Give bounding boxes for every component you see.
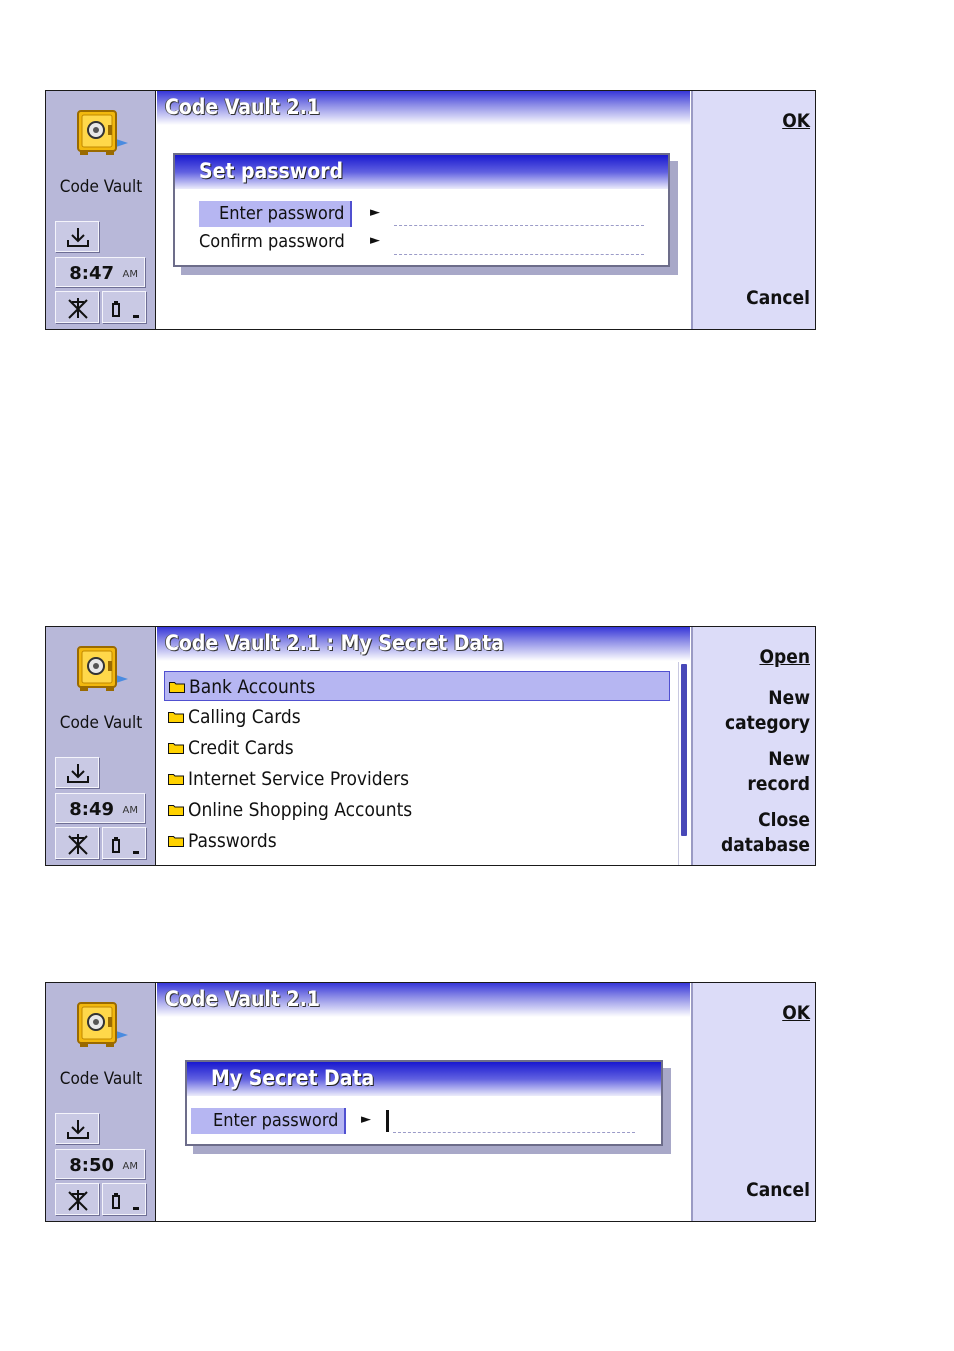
clock-ampm: AM bbox=[122, 805, 138, 816]
enter-password-field[interactable] bbox=[394, 225, 644, 226]
signal-indicator[interactable] bbox=[55, 827, 99, 859]
enter-password-field[interactable] bbox=[393, 1132, 635, 1133]
close-database-button[interactable]: Close database bbox=[721, 808, 810, 858]
clock-ampm: AM bbox=[122, 269, 138, 280]
no-signal-icon bbox=[68, 834, 88, 855]
new-category-button[interactable]: New category bbox=[725, 686, 810, 736]
no-signal-icon bbox=[68, 1190, 88, 1211]
clock: 8:50 AM bbox=[55, 1149, 145, 1179]
safe-icon bbox=[77, 110, 128, 155]
open-button[interactable]: Open bbox=[759, 645, 810, 670]
list-item[interactable]: Bank Accounts bbox=[164, 671, 670, 701]
no-signal-icon bbox=[68, 298, 88, 319]
clock-time: 8:47 bbox=[69, 263, 114, 284]
cancel-button[interactable]: Cancel bbox=[746, 1178, 810, 1203]
clock-time: 8:50 bbox=[69, 1155, 114, 1176]
folder-label: Online Shopping Accounts bbox=[188, 799, 413, 821]
folder-icon bbox=[168, 712, 184, 723]
text-cursor bbox=[386, 1110, 389, 1132]
dialog-title: My Secret Data bbox=[187, 1062, 661, 1096]
new-category-line2: category bbox=[725, 712, 810, 734]
confirm-password-field[interactable] bbox=[394, 254, 644, 255]
folder-icon bbox=[168, 836, 184, 847]
list-item[interactable]: Calling Cards bbox=[164, 702, 670, 732]
clock: 8:49 AM bbox=[55, 793, 145, 823]
list-item[interactable]: Passwords bbox=[164, 826, 670, 856]
folder-label: Internet Service Providers bbox=[188, 768, 410, 790]
command-pane: Open New category New record Close datab… bbox=[691, 627, 815, 865]
ok-button[interactable]: OK bbox=[782, 1001, 810, 1026]
cancel-button[interactable]: Cancel bbox=[746, 286, 810, 311]
scrollbar-thumb[interactable] bbox=[681, 664, 687, 836]
enter-password-label[interactable]: Enter password bbox=[191, 1108, 347, 1134]
battery-indicator[interactable] bbox=[102, 827, 146, 859]
status-pane: Code Vault 8:50 AM bbox=[46, 983, 156, 1221]
battery-icon bbox=[112, 837, 139, 854]
safe-icon bbox=[77, 1002, 128, 1047]
folder-label: Passwords bbox=[188, 830, 277, 852]
list-item[interactable]: Internet Service Providers bbox=[164, 764, 670, 794]
command-pane: OK Cancel bbox=[691, 91, 815, 329]
new-category-line1: New bbox=[768, 687, 810, 709]
app-name-label: Code Vault bbox=[59, 713, 143, 733]
open-button-label: Open bbox=[759, 646, 810, 668]
close-database-line1: Close bbox=[758, 809, 810, 831]
scrollbar[interactable] bbox=[678, 662, 689, 865]
close-database-line2: database bbox=[720, 834, 810, 856]
enter-password-label[interactable]: Enter password bbox=[199, 201, 353, 227]
folder-label: Calling Cards bbox=[188, 706, 301, 728]
download-button[interactable] bbox=[55, 1113, 99, 1144]
screen-category-list: Code Vault 8:49 AM Code Vault 2.1 : My S… bbox=[45, 626, 816, 866]
command-pane: OK Cancel bbox=[691, 983, 815, 1221]
new-record-line1: New bbox=[768, 748, 810, 770]
window-title: Code Vault 2.1 : My Secret Data bbox=[157, 627, 690, 661]
ok-button[interactable]: OK bbox=[782, 109, 810, 134]
battery-icon bbox=[112, 301, 139, 318]
window-title: Code Vault 2.1 bbox=[157, 983, 690, 1017]
safe-icon bbox=[77, 646, 128, 691]
app-name-label: Code Vault bbox=[59, 1069, 143, 1089]
status-pane: Code Vault 8:49 AM bbox=[46, 627, 156, 865]
arrow-right-icon: ► bbox=[361, 1112, 371, 1127]
arrow-right-icon: ► bbox=[370, 233, 380, 248]
app-name-label: Code Vault bbox=[59, 177, 143, 197]
folder-label: Credit Cards bbox=[188, 737, 294, 759]
new-record-button[interactable]: New record bbox=[747, 747, 810, 797]
screen-enter-password: Code Vault 8:50 AM Code Vault 2.1 My Sec… bbox=[45, 982, 816, 1222]
battery-indicator[interactable] bbox=[102, 291, 146, 323]
download-icon bbox=[67, 228, 89, 247]
folder-icon bbox=[168, 743, 184, 754]
signal-indicator[interactable] bbox=[55, 1183, 99, 1215]
signal-indicator[interactable] bbox=[55, 291, 99, 323]
enter-password-dialog: My Secret Data Enter password ► bbox=[185, 1060, 663, 1146]
list-item[interactable]: Online Shopping Accounts bbox=[164, 795, 670, 825]
list-item[interactable]: Credit Cards bbox=[164, 733, 670, 763]
download-button[interactable] bbox=[55, 221, 99, 252]
download-button[interactable] bbox=[55, 757, 99, 788]
dialog-title: Set password bbox=[175, 155, 668, 189]
folder-label: Bank Accounts bbox=[189, 676, 316, 698]
folder-icon bbox=[168, 774, 184, 785]
clock-ampm: AM bbox=[122, 1161, 138, 1172]
window-title: Code Vault 2.1 bbox=[157, 91, 690, 125]
folder-icon bbox=[168, 805, 184, 816]
status-pane: Code Vault 8:47 AM bbox=[46, 91, 156, 329]
download-icon bbox=[67, 1120, 89, 1139]
set-password-dialog: Set password Enter password ► Confirm pa… bbox=[173, 153, 670, 267]
battery-indicator[interactable] bbox=[102, 1183, 146, 1215]
new-record-line2: record bbox=[747, 773, 810, 795]
arrow-right-icon: ► bbox=[370, 205, 380, 220]
folder-icon bbox=[169, 682, 185, 693]
confirm-password-label[interactable]: Confirm password bbox=[179, 229, 351, 255]
screen-set-password: Code Vault 8:47 AM Code Vault 2.1 Set pa… bbox=[45, 90, 816, 330]
download-icon bbox=[67, 764, 89, 783]
clock-time: 8:49 bbox=[69, 799, 114, 820]
clock: 8:47 AM bbox=[55, 257, 145, 287]
battery-icon bbox=[112, 1193, 139, 1210]
